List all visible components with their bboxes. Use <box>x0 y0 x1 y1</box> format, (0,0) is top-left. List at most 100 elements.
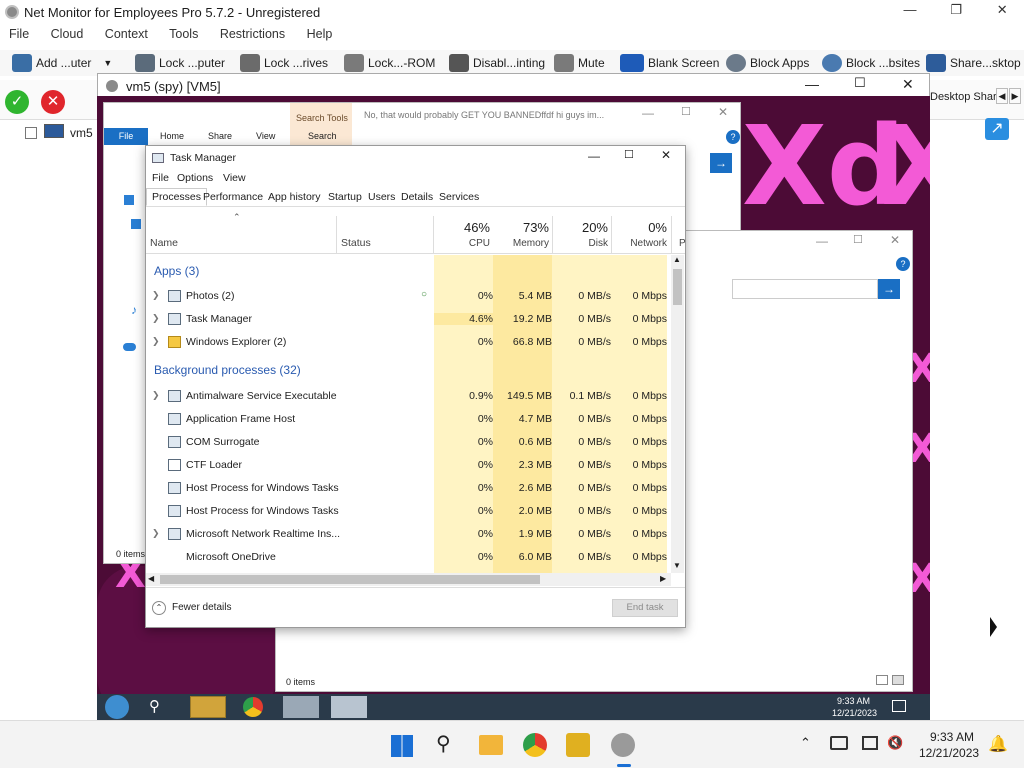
scrollbar-thumb[interactable] <box>673 269 682 305</box>
ribbon-tab-share[interactable]: Share <box>208 131 232 141</box>
col-disk-pct[interactable]: 20% <box>552 220 608 235</box>
search-go-button[interactable]: → <box>710 153 732 173</box>
scroll-up-arrow-icon[interactable]: ▲ <box>673 255 681 264</box>
group-background[interactable]: Background processes (32) <box>154 363 301 377</box>
view-tiles-icon[interactable] <box>892 675 904 685</box>
col-power[interactable]: P <box>679 238 686 249</box>
tm-maximize-button[interactable]: ☐ <box>624 148 634 161</box>
search-go-button[interactable]: → <box>878 279 900 299</box>
tab-details[interactable]: Details <box>401 191 433 203</box>
expand-chevron-icon[interactable]: ❯ <box>152 336 160 347</box>
view-details-icon[interactable] <box>876 675 888 685</box>
search-input[interactable] <box>732 279 878 299</box>
col-cpu[interactable]: CPU <box>434 238 490 249</box>
ribbon-tab-view[interactable]: View <box>256 131 275 141</box>
spy-maximize-button[interactable]: ☐ <box>854 75 866 91</box>
tab-users[interactable]: Users <box>368 191 395 203</box>
explorer2-close-button[interactable]: ✕ <box>890 233 900 247</box>
taskbar-taskmanager-icon[interactable] <box>331 696 367 718</box>
col-status[interactable]: Status <box>341 237 371 249</box>
table-row[interactable]: ❯ Windows Explorer (2) 0% 66.8 MB 0 MB/s… <box>146 330 671 353</box>
explorer2-maximize-button[interactable]: ☐ <box>853 233 863 246</box>
close-button[interactable]: ✕ <box>982 2 1022 18</box>
horizontal-scrollbar[interactable]: ◀ ▶ <box>146 573 671 586</box>
table-row[interactable]: Microsoft OneDrive 0% 6.0 MB 0 MB/s 0 Mb… <box>146 545 671 568</box>
tab-startup[interactable]: Startup <box>328 191 362 203</box>
display-icon[interactable] <box>862 736 878 750</box>
scroll-left-arrow-icon[interactable]: ◀ <box>148 574 154 583</box>
scroll-right-arrow-icon[interactable]: ▶ <box>660 574 666 583</box>
help-icon[interactable]: ? <box>726 130 740 144</box>
sort-chevron-icon[interactable]: ⌃ <box>233 212 241 223</box>
table-row[interactable]: CTF Loader 0% 2.3 MB 0 MB/s 0 Mbps <box>146 453 671 476</box>
vertical-scrollbar[interactable]: ▲ ▼ <box>671 255 684 573</box>
ribbon-tab-home[interactable]: Home <box>160 131 184 141</box>
col-name[interactable]: Name <box>150 237 178 249</box>
nav-downloads-icon[interactable] <box>131 219 141 229</box>
table-row[interactable]: Application Frame Host 0% 4.7 MB 0 MB/s … <box>146 407 671 430</box>
start-icon[interactable] <box>391 735 413 757</box>
lock-drives-button[interactable]: Lock ...rives <box>240 52 328 74</box>
remote-desktop[interactable]: Xd X X X X X Search Tools No, that would… <box>97 96 930 720</box>
ribbon-tab-search[interactable]: Search <box>308 131 337 141</box>
table-row[interactable]: ❯ Antimalware Service Executable 0.9% 14… <box>146 384 671 407</box>
nav-onedrive-icon[interactable] <box>123 343 136 351</box>
hscrollbar-thumb[interactable] <box>160 575 540 584</box>
block-websites-button[interactable]: Block ...bsites <box>822 52 920 74</box>
tab-performance[interactable]: Performance <box>203 191 263 203</box>
tm-close-button[interactable]: ✕ <box>661 148 671 162</box>
block-apps-button[interactable]: Block Apps <box>726 52 809 74</box>
fewer-details-link[interactable]: Fewer details <box>172 602 231 613</box>
spy-taskbar-icon[interactable] <box>611 733 635 757</box>
search-icon[interactable]: ⚲ <box>436 731 451 756</box>
maximize-button[interactable]: ❐ <box>934 2 979 18</box>
scroll-left-button[interactable]: ◀ <box>996 88 1008 104</box>
explorer-minimize-button[interactable]: — <box>642 106 654 120</box>
table-row[interactable]: ❯ Photos (2) ○ 0% 5.4 MB 0 MB/s 0 Mbps <box>146 284 671 307</box>
col-disk[interactable]: Disk <box>552 238 608 249</box>
taskbar-chrome-icon[interactable] <box>243 697 263 717</box>
tray-chevron-icon[interactable]: ⌃ <box>800 735 811 751</box>
expand-chevron-icon[interactable]: ❯ <box>152 313 160 324</box>
menu-context[interactable]: Context <box>105 27 148 41</box>
spy-close-button[interactable]: ✕ <box>902 76 914 93</box>
menu-file[interactable]: File <box>9 27 29 41</box>
tab-services[interactable]: Services <box>439 191 479 203</box>
ribbon-tab-file[interactable]: File <box>104 128 148 145</box>
lock-cdrom-button[interactable]: Lock...-ROM <box>344 52 435 74</box>
tm-menu-view[interactable]: View <box>223 172 246 184</box>
cancel-icon[interactable]: ✕ <box>41 90 65 114</box>
col-mem-pct[interactable]: 73% <box>493 220 549 235</box>
fewer-details-icon[interactable]: ⌃ <box>152 601 166 615</box>
mute-button[interactable]: Mute <box>554 52 605 74</box>
table-row[interactable]: Host Process for Windows Tasks 0% 2.6 MB… <box>146 476 671 499</box>
group-apps[interactable]: Apps (3) <box>154 264 199 278</box>
col-net-pct[interactable]: 0% <box>611 220 667 235</box>
volume-muted-icon[interactable]: 🔇 <box>887 735 903 751</box>
net-monitor-taskbar-icon[interactable] <box>566 733 590 757</box>
explorer-maximize-button[interactable]: ☐ <box>681 105 691 118</box>
explorer2-minimize-button[interactable]: — <box>816 234 828 248</box>
help-icon[interactable]: ? <box>896 257 910 271</box>
chrome-icon[interactable] <box>523 733 547 757</box>
share-desktop-button[interactable]: Share...sktop <box>926 52 1021 74</box>
table-row[interactable]: COM Surrogate 0% 0.6 MB 0 MB/s 0 Mbps <box>146 430 671 453</box>
tab-app-history[interactable]: App history <box>268 191 321 203</box>
tm-menu-file[interactable]: File <box>152 172 169 184</box>
expand-chevron-icon[interactable]: ❯ <box>152 390 160 401</box>
disable-printing-button[interactable]: Disabl...inting <box>449 52 545 74</box>
scroll-down-arrow-icon[interactable]: ▼ <box>673 561 681 570</box>
taskbar-photos-icon[interactable] <box>283 696 319 718</box>
minimize-button[interactable]: — <box>890 2 930 17</box>
table-row[interactable]: ❯ Task Manager 4.6% 19.2 MB 0 MB/s 0 Mbp… <box>146 307 671 330</box>
file-explorer-icon[interactable] <box>479 735 503 755</box>
col-memory[interactable]: Memory <box>493 238 549 249</box>
menu-help[interactable]: Help <box>307 27 333 41</box>
expand-chevron-icon[interactable]: ❯ <box>152 528 160 539</box>
network-off-icon[interactable] <box>830 736 848 750</box>
remote-notification-icon[interactable] <box>892 700 906 712</box>
tm-menu-options[interactable]: Options <box>177 172 213 184</box>
share-arrow-icon[interactable]: ↗ <box>985 118 1009 140</box>
dropdown-arrow-icon[interactable]: ▼ <box>103 58 112 68</box>
explorer-close-button[interactable]: ✕ <box>718 105 728 119</box>
